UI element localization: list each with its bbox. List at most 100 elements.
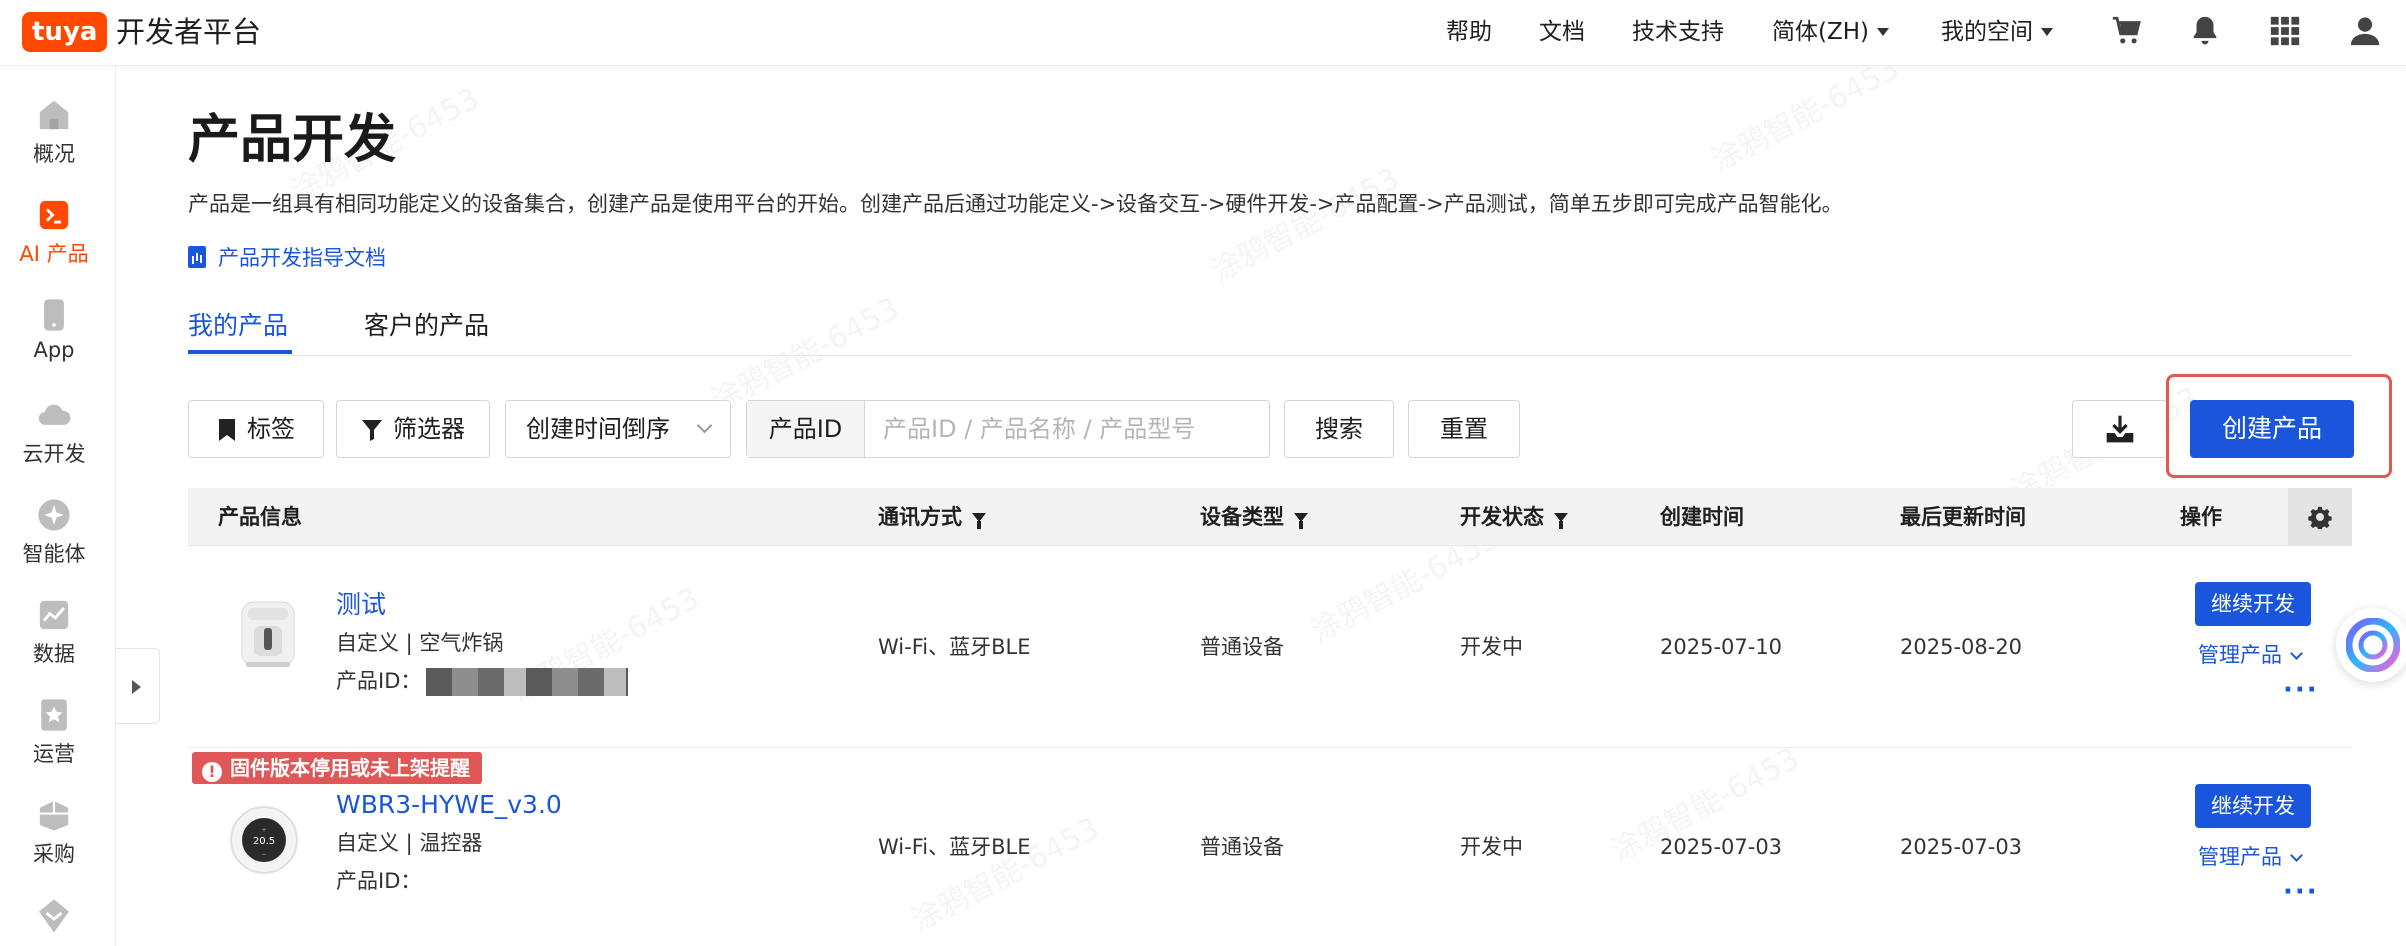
search-input[interactable] xyxy=(865,401,1269,457)
manage-product-dropdown[interactable]: 管理产品 xyxy=(2198,640,2303,670)
tuya-logo[interactable]: tuya xyxy=(22,12,108,52)
terminal-icon xyxy=(39,200,69,230)
nav-docs-link[interactable]: 文档 xyxy=(1539,14,1585,50)
tab-my-products[interactable]: 我的产品 xyxy=(188,308,288,344)
sidebar-item-data[interactable]: 数据 xyxy=(0,592,108,682)
sidebar-item-label: AI 产品 xyxy=(19,242,89,266)
manage-label: 管理产品 xyxy=(2198,643,2282,667)
table-header: 产品信息 通讯方式 设备类型 开发状态 创建时间 最后更新时间 操作 xyxy=(188,488,2352,546)
more-actions-button[interactable]: ··· xyxy=(2283,677,2319,703)
created-cell: 2025-07-03 xyxy=(1660,835,1783,859)
tag-label: 标签 xyxy=(247,415,295,443)
firmware-warning-badge[interactable]: ! 固件版本停用或未上架提醒 xyxy=(192,752,482,784)
reset-button[interactable]: 重置 xyxy=(1408,400,1520,458)
th-label: 设备类型 xyxy=(1200,505,1284,529)
manage-product-dropdown[interactable]: 管理产品 xyxy=(2198,842,2303,872)
sidebar-item-overview[interactable]: 概况 xyxy=(0,92,108,182)
user-icon[interactable] xyxy=(2348,14,2382,48)
guide-doc-label: 产品开发指导文档 xyxy=(218,246,386,270)
svg-text:+: + xyxy=(261,827,266,834)
chart-icon xyxy=(39,600,69,630)
sidebar-item-label: 运营 xyxy=(33,742,75,766)
chevron-down-icon xyxy=(1877,28,1889,36)
filter-icon[interactable] xyxy=(1554,513,1568,529)
product-id-label: 产品ID： xyxy=(336,869,422,893)
warning-label: 固件版本停用或未上架提醒 xyxy=(230,756,470,780)
sidebar-item-ai-product[interactable]: AI 产品 xyxy=(0,192,108,282)
filter-icon[interactable] xyxy=(1294,513,1308,529)
sidebar-item-label: 采购 xyxy=(33,842,75,866)
sidebar-item-label: 数据 xyxy=(33,642,75,666)
th-actions: 操作 xyxy=(2180,505,2222,529)
bookmark-icon xyxy=(219,419,235,441)
continue-dev-button[interactable]: 继续开发 xyxy=(2195,582,2311,626)
column-settings-button[interactable] xyxy=(2288,488,2352,546)
th-device-type[interactable]: 设备类型 xyxy=(1200,488,1308,546)
sidebar-item-agent[interactable]: 智能体 xyxy=(0,492,108,582)
download-button[interactable] xyxy=(2072,400,2168,458)
sidebar-item-app[interactable]: App xyxy=(0,292,108,382)
platform-name: 开发者平台 xyxy=(116,15,262,49)
th-updated: 最后更新时间 xyxy=(1900,505,2026,529)
create-product-button[interactable]: 创建产品 xyxy=(2190,400,2354,458)
product-id-redacted xyxy=(426,668,628,696)
cloud-icon xyxy=(38,404,71,425)
sidebar-item-label: 云开发 xyxy=(22,442,86,466)
sidebar-item-purchase[interactable]: 采购 xyxy=(0,792,108,882)
tab-customer-products[interactable]: 客户的产品 xyxy=(364,308,489,344)
updated-cell: 2025-08-20 xyxy=(1900,635,2023,659)
apps-grid-icon[interactable] xyxy=(2268,14,2302,48)
bell-icon[interactable] xyxy=(2188,14,2222,48)
product-name-link[interactable]: WBR3-HYWE_v3.0 xyxy=(336,788,562,822)
assistant-orb-icon xyxy=(2346,618,2400,672)
chevron-down-icon xyxy=(2290,849,2303,862)
sidebar-expand-toggle[interactable] xyxy=(116,648,160,724)
expand-more-icon[interactable] xyxy=(36,898,72,934)
filter-icon[interactable] xyxy=(972,513,986,529)
thermostat-image: 20.5 + − xyxy=(230,806,298,874)
page-description: 产品是一组具有相同功能定义的设备集合，创建产品是使用平台的开始。创建产品后通过功… xyxy=(188,192,1843,216)
download-icon xyxy=(2106,415,2134,443)
device-type-cell: 普通设备 xyxy=(1200,835,1284,859)
device-type-cell: 普通设备 xyxy=(1200,635,1284,659)
th-dev-status[interactable]: 开发状态 xyxy=(1460,488,1568,546)
nav-support-link[interactable]: 技术支持 xyxy=(1632,14,1724,50)
sidebar-item-cloud[interactable]: 云开发 xyxy=(0,392,108,482)
status-cell: 开发中 xyxy=(1460,835,1523,859)
filter-label: 筛选器 xyxy=(393,415,465,443)
search-field-selector[interactable]: 产品ID xyxy=(747,401,865,457)
gear-icon xyxy=(2308,506,2332,529)
protocol-cell: Wi-Fi、蓝牙BLE xyxy=(878,635,1031,659)
tag-button[interactable]: 标签 xyxy=(188,400,324,458)
protocol-cell: Wi-Fi、蓝牙BLE xyxy=(878,835,1031,859)
language-selector[interactable]: 简体(ZH) xyxy=(1772,14,1889,50)
nav-help-link[interactable]: 帮助 xyxy=(1446,14,1492,50)
star-icon xyxy=(41,699,67,731)
product-name-link[interactable]: 测试 xyxy=(336,588,386,622)
sidebar-item-operations[interactable]: 运营 xyxy=(0,692,108,782)
ai-assistant-button[interactable] xyxy=(2336,608,2406,682)
workspace-selector[interactable]: 我的空间 xyxy=(1941,14,2053,50)
tab-label: 我的产品 xyxy=(188,311,289,340)
box-icon xyxy=(39,800,69,831)
filter-button[interactable]: 筛选器 xyxy=(336,400,490,458)
sort-select[interactable]: 创建时间倒序 xyxy=(505,400,731,458)
product-category: 自定义 | 空气炸锅 xyxy=(336,631,504,655)
updated-cell: 2025-07-03 xyxy=(1900,835,2023,859)
agent-icon xyxy=(38,499,70,531)
svg-text:−: − xyxy=(261,851,266,858)
th-created: 创建时间 xyxy=(1660,505,1744,529)
chevron-down-icon xyxy=(696,417,713,434)
workspace-label: 我的空间 xyxy=(1941,19,2033,45)
guide-doc-link[interactable]: 产品开发指导文档 xyxy=(188,242,386,274)
th-product-info: 产品信息 xyxy=(218,505,302,529)
tab-label: 客户的产品 xyxy=(364,311,490,340)
continue-dev-button[interactable]: 继续开发 xyxy=(2195,784,2311,828)
table-row: 20.5 + − WBR3-HYWE_v3.0 自定义 | 温控器 产品ID： … xyxy=(188,748,2352,946)
cart-icon[interactable] xyxy=(2110,14,2144,48)
table-row: 测试 自定义 | 空气炸锅 产品ID： Wi-Fi、蓝牙BLE 普通设备 开发中… xyxy=(188,546,2352,748)
th-protocol[interactable]: 通讯方式 xyxy=(878,488,986,546)
search-button[interactable]: 搜索 xyxy=(1284,400,1394,458)
more-actions-button[interactable]: ··· xyxy=(2283,879,2319,905)
top-header: tuya 开发者平台 帮助 文档 技术支持 简体(ZH) 我的空间 xyxy=(0,0,2406,66)
